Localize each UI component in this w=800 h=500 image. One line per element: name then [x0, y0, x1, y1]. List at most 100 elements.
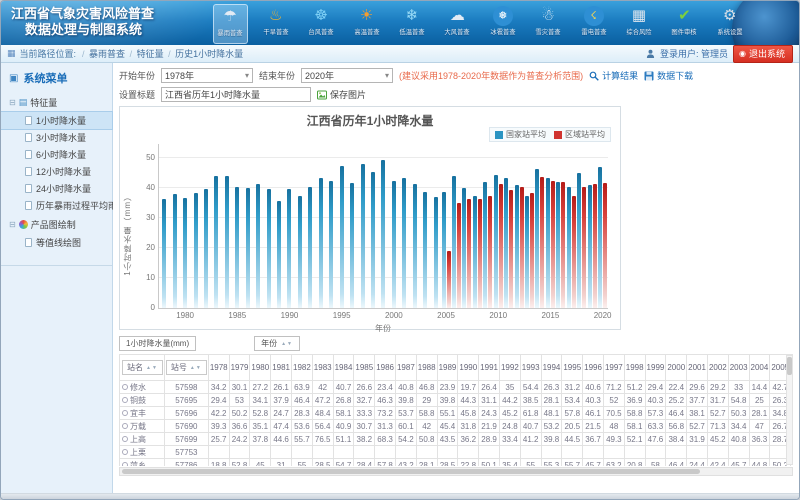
year-slot	[316, 144, 326, 308]
value-cell: 40.7	[520, 420, 541, 433]
legend-swatch	[554, 131, 562, 139]
year-sort-control[interactable]: 年份 ▲▼	[254, 336, 300, 351]
value-cell: 38.1	[687, 407, 708, 420]
value-cell	[707, 446, 728, 459]
data-download-button[interactable]: 数据下载	[644, 69, 693, 82]
vertical-scrollbar-thumb[interactable]	[787, 357, 792, 375]
bar-区域站平均-2018	[582, 187, 586, 309]
value-cell: 44.6	[271, 433, 292, 446]
sidebar-item-12h-precipitation[interactable]: 12小时降水量	[1, 163, 112, 180]
sidebar-item-label: 24小时降水量	[36, 182, 91, 195]
toolbar-item-hail-survey[interactable]: ❅冰雹普查	[486, 4, 520, 44]
sidebar-item-contour-drawing[interactable]: 等值线绘图	[1, 234, 112, 251]
table-row: 上高5769925.724.237.844.655.776.551.138.26…	[120, 433, 794, 446]
station-radio[interactable]	[122, 384, 128, 390]
app-header: 江西省气象灾害风险普查 数据处理与制图系统 ☂暴雨普查♨干旱普查☸台风普查☀高温…	[1, 1, 799, 45]
value-cell: 45.8	[458, 407, 479, 420]
station-radio[interactable]	[122, 423, 128, 429]
year-sort-label: 年份	[261, 338, 277, 349]
breadcrumb-item[interactable]: 暴雨普查	[89, 49, 125, 59]
sidebar-item-3h-precipitation[interactable]: 3小时降水量	[1, 129, 112, 146]
value-cell: 35.4	[499, 459, 520, 467]
toolbar-item-lightning-survey[interactable]: ☇雷电普查	[576, 4, 610, 44]
year-slot	[587, 144, 597, 308]
logged-in-user: 登录用户: 管理员	[660, 47, 728, 60]
sidebar-group-product-mapping[interactable]: ⊟产品图绘制	[1, 214, 112, 234]
vertical-scrollbar[interactable]	[786, 355, 793, 465]
bar-国家站平均-1993	[319, 178, 323, 308]
station-radio[interactable]	[122, 397, 128, 403]
toolbar-item-high-temp-survey[interactable]: ☀高温普查	[349, 4, 383, 44]
value-cell: 34.4	[728, 420, 749, 433]
station-name-cell: 修水	[120, 381, 165, 394]
toolbar-item-wind-survey[interactable]: ☁大风普查	[440, 4, 474, 44]
collapse-icon[interactable]: ⊟	[9, 220, 16, 229]
start-year-select[interactable]: 1978年 ▾	[161, 68, 253, 83]
value-cell: 52.7	[687, 420, 708, 433]
toolbar-item-low-temp-survey[interactable]: ❄低温普查	[395, 4, 429, 44]
scrollbar-thumb[interactable]	[122, 469, 700, 474]
name-sort-button[interactable]: 站名▲▼	[122, 360, 163, 375]
collapse-icon[interactable]: ⊟	[9, 98, 16, 107]
table-row: 万载5769039.336.635.147.453.656.440.930.73…	[120, 420, 794, 433]
value-cell	[250, 446, 271, 459]
year-slot	[368, 144, 378, 308]
value-cell: 52.8	[250, 407, 271, 420]
power-icon: ◉	[739, 49, 746, 58]
sidebar-group-feature-quantities[interactable]: ⊟▤特征量	[1, 92, 112, 112]
unit-selector[interactable]: 1小时降水量(mm)	[119, 336, 196, 351]
sidebar-item-24h-precipitation[interactable]: 24小时降水量	[1, 180, 112, 197]
rainstorm-survey-icon: ☂	[220, 7, 240, 27]
value-cell: 29.2	[707, 381, 728, 394]
station-radio[interactable]	[122, 449, 128, 455]
value-cell: 42	[312, 381, 333, 394]
value-cell: 34.2	[208, 381, 229, 394]
chart-title-input[interactable]	[161, 87, 311, 102]
y-tick-label: 0	[135, 303, 155, 312]
value-cell	[312, 446, 333, 459]
save-image-button[interactable]: 保存图片	[317, 88, 366, 101]
value-cell: 43.2	[395, 459, 416, 467]
value-cell: 50.3	[728, 407, 749, 420]
table-scroll-area[interactable]: 站名▲▼站号▲▼19781979198019811982198319841985…	[119, 354, 793, 466]
toolbar-item-system-settings[interactable]: ⚙系统设置	[713, 4, 747, 44]
value-cell: 38.4	[666, 433, 687, 446]
logout-button[interactable]: ◉ 退出系统	[733, 45, 793, 63]
value-cell: 58.8	[624, 407, 645, 420]
value-cell	[666, 446, 687, 459]
value-cell: 47.6	[645, 433, 666, 446]
sidebar-item-annual-rainstorm-process-mean[interactable]: 历年暴雨过程平均雨量	[1, 197, 112, 214]
toolbar-item-comprehensive-risk[interactable]: ▦综合风险	[622, 4, 656, 44]
station-radio[interactable]	[122, 462, 128, 466]
end-year-select[interactable]: 2020年 ▾	[301, 68, 393, 83]
toolbar-item-rainstorm-survey[interactable]: ☂暴雨普查	[213, 4, 248, 44]
year-slot	[222, 144, 232, 308]
toolbar-item-map-review[interactable]: ✔图件审核	[667, 4, 701, 44]
station-radio[interactable]	[122, 436, 128, 442]
station-name: 万载	[130, 422, 146, 431]
id-sort-button[interactable]: 站号▲▼	[166, 360, 207, 375]
breadcrumb-item[interactable]: 历史1小时降水量	[175, 49, 243, 59]
toolbar-item-typhoon-survey[interactable]: ☸台风普查	[304, 4, 338, 44]
app-title-line2: 数据处理与制图系统	[11, 22, 154, 38]
breadcrumb-item[interactable]: 特征量	[137, 49, 164, 59]
sidebar-item-label: 6小时降水量	[36, 148, 86, 161]
year-slot	[472, 144, 482, 308]
bar-区域站平均-2015	[551, 181, 555, 308]
value-cell: 39.8	[437, 394, 458, 407]
sidebar: ▣ 系统菜单 ⊟▤特征量1小时降水量3小时降水量6小时降水量12小时降水量24小…	[1, 63, 113, 493]
calc-result-button[interactable]: 计算结果	[589, 69, 638, 82]
value-cell: 28.1	[749, 407, 770, 420]
value-cell: 20.5	[562, 420, 583, 433]
station-radio[interactable]	[122, 410, 128, 416]
horizontal-scrollbar[interactable]	[119, 467, 793, 476]
value-cell: 33.3	[354, 407, 375, 420]
year-slot	[326, 144, 336, 308]
sidebar-item-1h-precipitation[interactable]: 1小时降水量	[1, 112, 112, 129]
snow-survey-icon: ☃	[538, 6, 558, 26]
toolbar-item-drought-survey[interactable]: ♨干旱普查	[259, 4, 293, 44]
toolbar-item-snow-survey[interactable]: ☃雪灾普查	[531, 4, 565, 44]
sidebar-item-6h-precipitation[interactable]: 6小时降水量	[1, 146, 112, 163]
page-icon	[25, 150, 32, 159]
year-slot	[420, 144, 430, 308]
